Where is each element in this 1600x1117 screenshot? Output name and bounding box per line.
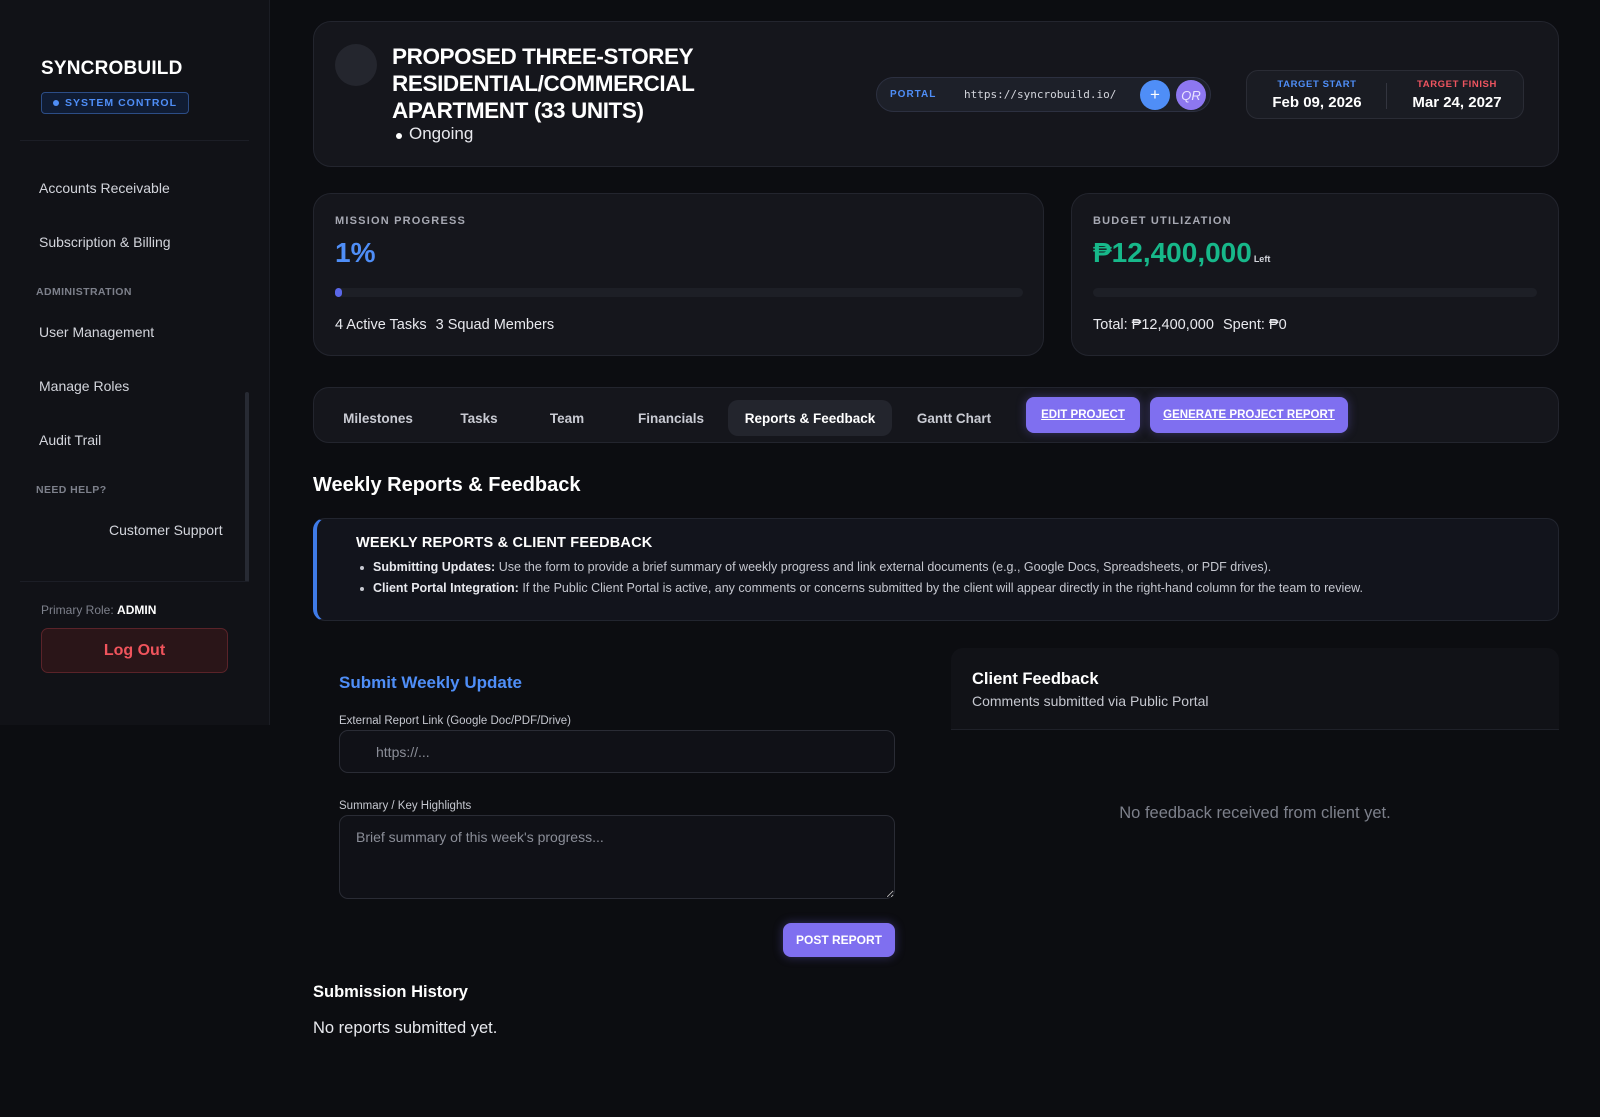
mission-progress-value: 1% (335, 237, 376, 268)
sidebar-divider-bottom (20, 581, 249, 582)
sidebar-section-administration: ADMINISTRATION (36, 286, 132, 298)
project-avatar (335, 44, 377, 86)
sidebar-scrollbar[interactable] (245, 392, 249, 582)
project-tabs: Milestones Tasks Team Financials Reports… (313, 387, 1559, 443)
tab-financials[interactable]: Financials (616, 400, 726, 436)
client-feedback-header: Client Feedback Comments submitted via P… (951, 648, 1559, 730)
primary-role: Primary Role: ADMIN (41, 603, 156, 617)
primary-role-label: Primary Role: (41, 603, 114, 617)
project-header: PROPOSED THREE-STOREY RESIDENTIAL/COMMER… (313, 21, 1559, 167)
list-item: Submitting Updates: Use the form to prov… (360, 560, 1363, 574)
mission-progress-bar (335, 288, 1023, 297)
tab-gantt-chart[interactable]: Gantt Chart (903, 400, 1005, 436)
reports-info-box: WEEKLY REPORTS & CLIENT FEEDBACK Submitt… (313, 518, 1559, 621)
target-finish: TARGET FINISH Mar 24, 2027 (1404, 79, 1510, 111)
info-box-title: WEEKLY REPORTS & CLIENT FEEDBACK (356, 535, 653, 551)
info-item-text: If the Public Client Portal is active, a… (518, 581, 1363, 595)
report-link-input[interactable] (339, 730, 895, 773)
budget-footer: Total: ₱12,400,000 Spent: ₱0 (1093, 317, 1287, 333)
portal-link-bar: PORTAL https://syncrobuild.io/ + QR (876, 77, 1211, 112)
primary-role-value: ADMIN (117, 603, 157, 617)
mission-progress-fill (335, 288, 342, 297)
budget-remaining-suffix: Left (1253, 254, 1271, 264)
portal-label: PORTAL (890, 89, 937, 100)
sidebar: SYNCROBUILD SYSTEM CONTROL Accounts Rece… (0, 0, 270, 725)
sidebar-item-manage-roles[interactable]: Manage Roles (39, 378, 129, 394)
date-separator (1386, 83, 1387, 109)
edit-project-button[interactable]: EDIT PROJECT (1026, 397, 1140, 433)
sidebar-divider (20, 140, 249, 141)
post-report-button[interactable]: POST REPORT (783, 923, 895, 957)
mission-progress-label: MISSION PROGRESS (335, 215, 467, 227)
submission-history-title: Submission History (313, 983, 468, 1001)
target-start-value: Feb 09, 2026 (1272, 94, 1362, 111)
logout-button[interactable]: Log Out (41, 628, 228, 673)
submission-history-empty: No reports submitted yet. (313, 1019, 498, 1037)
info-item-heading: Submitting Updates: (373, 560, 496, 574)
target-start-label: TARGET START (1277, 79, 1357, 90)
mission-progress-card: MISSION PROGRESS 1% 4 Active Tasks 3 Squ… (313, 193, 1044, 356)
project-status: Ongoing (395, 124, 474, 143)
target-finish-value: Mar 24, 2027 (1412, 94, 1502, 111)
tab-team[interactable]: Team (527, 400, 607, 436)
qr-code-icon[interactable]: QR (1176, 80, 1206, 110)
list-item: Client Portal Integration: If the Public… (360, 581, 1363, 595)
system-control-badge: SYSTEM CONTROL (41, 92, 190, 114)
client-feedback-title: Client Feedback (972, 670, 1099, 688)
sidebar-item-audit-trail[interactable]: Audit Trail (39, 432, 101, 448)
info-item-heading: Client Portal Integration: (373, 581, 519, 595)
sidebar-item-subscription-billing[interactable]: Subscription & Billing (39, 234, 171, 250)
active-tasks-count: 4 Active Tasks (335, 317, 427, 333)
plus-icon[interactable]: + (1140, 80, 1170, 110)
tab-tasks[interactable]: Tasks (439, 400, 519, 436)
brand-logo[interactable]: SYNCROBUILD (41, 58, 183, 80)
budget-total: Total: ₱12,400,000 (1093, 317, 1214, 333)
generate-project-report-button[interactable]: GENERATE PROJECT REPORT (1150, 397, 1348, 433)
budget-remaining-value: ₱12,400,000 Left (1093, 237, 1270, 269)
budget-remaining-amount: ₱12,400,000 (1093, 237, 1252, 268)
info-list: Submitting Updates: Use the form to prov… (360, 560, 1363, 602)
portal-url[interactable]: https://syncrobuild.io/ (964, 88, 1116, 101)
sidebar-section-need-help: NEED HELP? (36, 484, 107, 496)
budget-utilization-bar (1093, 288, 1537, 297)
status-dot-icon (53, 100, 59, 106)
sidebar-item-user-management[interactable]: User Management (39, 324, 154, 340)
target-start: TARGET START Feb 09, 2026 (1267, 79, 1367, 111)
system-control-label: SYSTEM CONTROL (65, 97, 178, 109)
squad-members-count: 3 Squad Members (435, 317, 555, 333)
mission-progress-footer: 4 Active Tasks 3 Squad Members (335, 317, 554, 333)
project-title: PROPOSED THREE-STOREY RESIDENTIAL/COMMER… (392, 44, 695, 123)
target-dates: TARGET START Feb 09, 2026 TARGET FINISH … (1246, 70, 1524, 119)
summary-label: Summary / Key Highlights (339, 800, 472, 812)
report-link-label: External Report Link (Google Doc/PDF/Dri… (339, 715, 571, 727)
sidebar-item-customer-support[interactable]: Customer Support (109, 522, 223, 538)
submit-weekly-update-title: Submit Weekly Update (339, 673, 522, 692)
sidebar-item-accounts-receivable[interactable]: Accounts Receivable (39, 180, 170, 196)
client-feedback-subtitle: Comments submitted via Public Portal (972, 693, 1209, 709)
info-item-text: Use the form to provide a brief summary … (495, 560, 1272, 574)
budget-utilization-card: BUDGET UTILIZATION ₱12,400,000 Left Total… (1071, 193, 1559, 356)
section-title: Weekly Reports & Feedback (313, 474, 581, 496)
summary-textarea[interactable] (339, 815, 895, 899)
budget-utilization-label: BUDGET UTILIZATION (1093, 215, 1232, 227)
tab-reports-feedback[interactable]: Reports & Feedback (728, 400, 892, 436)
client-feedback-empty: No feedback received from client yet. (1119, 804, 1391, 822)
target-finish-label: TARGET FINISH (1417, 79, 1497, 90)
budget-spent: Spent: ₱0 (1222, 317, 1287, 333)
tab-milestones[interactable]: Milestones (328, 400, 428, 436)
